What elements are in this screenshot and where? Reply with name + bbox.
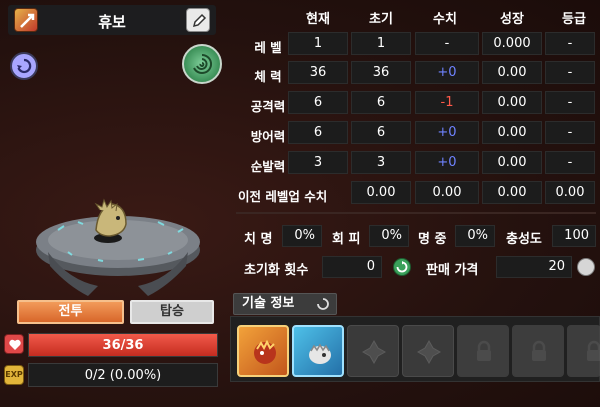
- level-bonus: -: [415, 32, 479, 55]
- exp-icon: EXP: [4, 365, 24, 385]
- header-grade: 등급: [562, 12, 586, 27]
- level-grade: -: [545, 32, 595, 55]
- attack-bonus: -1: [415, 91, 479, 114]
- monster-portrait: [28, 190, 208, 300]
- prev-levelup-hp: 0.00: [351, 181, 411, 204]
- hp-grade: -: [545, 61, 595, 84]
- lock-icon: [477, 340, 491, 361]
- prev-levelup-attack: 0.00: [415, 181, 479, 204]
- row-label-prev-levelup: 이전 레벨업 수치: [238, 189, 328, 204]
- tab-battle[interactable]: 전투: [17, 300, 124, 324]
- tab-ride[interactable]: 탑승: [130, 300, 214, 324]
- agility-grade: -: [545, 151, 595, 174]
- skill-slot-4[interactable]: [402, 325, 454, 377]
- skill-slots-panel: [230, 316, 600, 382]
- reset-count-value: 0: [322, 256, 382, 278]
- skill-slot-1[interactable]: [237, 325, 289, 377]
- crit-label: 치 명: [244, 232, 273, 247]
- defense-grade: -: [545, 121, 595, 144]
- attack-grade: -: [545, 91, 595, 114]
- sell-price-label: 판매 가격: [426, 263, 479, 278]
- prev-levelup-defense: 0.00: [482, 181, 542, 204]
- refresh-icon[interactable]: [393, 258, 411, 276]
- loyalty-value: 100: [552, 225, 596, 247]
- header-growth: 성장: [500, 12, 524, 27]
- attack-initial: 6: [351, 91, 411, 114]
- exp-bar: 0/2 (0.00%): [28, 363, 218, 387]
- skill-slot-7-locked: [567, 325, 600, 377]
- attack-growth: 0.00: [482, 91, 542, 114]
- section-divider: [236, 212, 596, 214]
- skill-slot-5-locked: [457, 325, 509, 377]
- defense-growth: 0.00: [482, 121, 542, 144]
- hp-growth: 0.00: [482, 61, 542, 84]
- coin-icon: [577, 258, 595, 276]
- lock-icon: [532, 340, 546, 361]
- hit-value: 0%: [455, 225, 495, 247]
- lock-icon: [587, 340, 600, 361]
- hp-text: 36/36: [102, 338, 144, 353]
- reset-count-label: 초기화 횟수: [244, 263, 309, 278]
- skill-slot-2[interactable]: [292, 325, 344, 377]
- prev-levelup-agility: 0.00: [545, 181, 595, 204]
- hit-label: 명 중: [418, 232, 447, 247]
- exp-text: 0/2 (0.00%): [84, 368, 162, 383]
- rename-button[interactable]: [186, 8, 210, 32]
- crit-value: 0%: [282, 225, 322, 247]
- skill-slot-3[interactable]: [347, 325, 399, 377]
- agility-growth: 0.00: [482, 151, 542, 174]
- monster-title-bar: 휴보: [8, 5, 216, 35]
- defense-initial: 6: [351, 121, 411, 144]
- monster-name: 휴보: [98, 13, 126, 31]
- skill-tab-label: 기술 정보: [242, 296, 295, 311]
- evade-value: 0%: [369, 225, 409, 247]
- agility-current: 3: [288, 151, 348, 174]
- agility-initial: 3: [351, 151, 411, 174]
- level-growth: 0.000: [482, 32, 542, 55]
- header-current: 현재: [306, 12, 330, 27]
- evade-label: 회 피: [332, 232, 361, 247]
- defense-bonus: +0: [415, 121, 479, 144]
- level-initial: 1: [351, 32, 411, 55]
- loyalty-label: 충성도: [506, 232, 542, 247]
- agility-bonus: +0: [415, 151, 479, 174]
- sell-price-value: 20: [496, 256, 572, 278]
- hp-bar: 36/36: [28, 333, 218, 357]
- element-wind-icon[interactable]: [182, 44, 222, 84]
- attack-current: 6: [288, 91, 348, 114]
- hp-current: 36: [288, 61, 348, 84]
- skill-slot-6-locked: [512, 325, 564, 377]
- swap-icon[interactable]: [10, 52, 38, 80]
- heart-icon: [4, 334, 24, 354]
- header-bonus: 수치: [433, 12, 457, 27]
- swap-small-icon: [317, 298, 329, 310]
- tab-skill-info[interactable]: 기술 정보: [233, 293, 337, 315]
- header-initial: 초기: [369, 12, 393, 27]
- stat-table: 현재 초기 수치 성장 등급 레 벨 1 1 - 0.000 - 체 력 36 …: [228, 0, 600, 210]
- hp-bonus: +0: [415, 61, 479, 84]
- level-current: 1: [288, 32, 348, 55]
- hp-initial: 36: [351, 61, 411, 84]
- defense-current: 6: [288, 121, 348, 144]
